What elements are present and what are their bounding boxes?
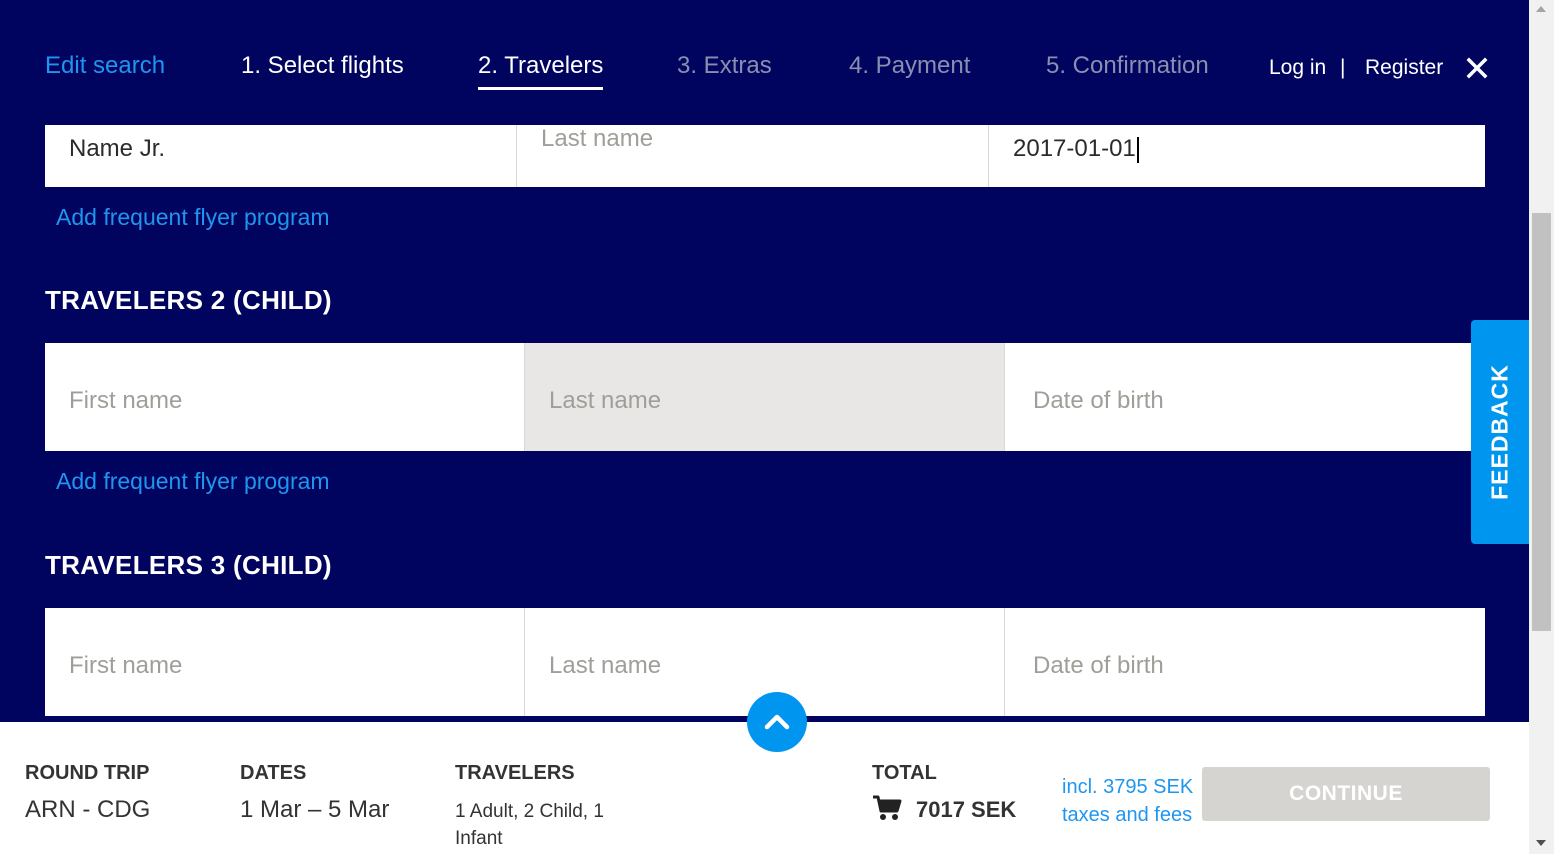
scroll-down-arrow-icon[interactable] xyxy=(1536,840,1546,846)
traveler3-title: TRAVELERS 3 (CHILD) xyxy=(45,550,332,580)
dates-label: DATES xyxy=(240,762,307,784)
trip-type-label: ROUND TRIP xyxy=(25,762,150,784)
cart-icon xyxy=(873,795,902,820)
traveler1-dob-field[interactable]: 2017-01-01 xyxy=(989,125,1485,187)
travelers-value: 1 Adult, 2 Child, 1 Infant xyxy=(455,801,604,849)
total-amount: 7017 SEK xyxy=(916,797,1017,822)
traveler1-dob-value: 2017-01-01 xyxy=(1013,135,1139,163)
traveler1-row: Name Jr. Last name 2017-01-01 xyxy=(45,125,1485,187)
traveler1-first-name-field[interactable]: Name Jr. xyxy=(45,125,517,187)
dates-value: 1 Mar – 5 Mar xyxy=(240,796,390,823)
travelers-label: TRAVELERS xyxy=(455,762,575,784)
traveler2-add-ff-link[interactable]: Add frequent flyer program xyxy=(56,468,330,495)
traveler1-last-name-field[interactable]: Last name xyxy=(517,125,989,187)
continue-button[interactable]: CONTINUE xyxy=(1202,767,1490,821)
register-link[interactable]: Register xyxy=(1365,56,1443,80)
route-value: ARN - CDG xyxy=(25,796,151,823)
traveler3-last-name-placeholder: Last name xyxy=(549,652,662,679)
step-confirmation: 5. Confirmation xyxy=(1046,52,1209,79)
taxes-link[interactable]: incl. 3795 SEK taxes and fees xyxy=(1062,773,1193,829)
text-cursor xyxy=(1136,136,1139,163)
booking-page: Edit search 1. Select flights 2. Travele… xyxy=(0,0,1529,854)
scrollbar-thumb[interactable] xyxy=(1532,213,1551,631)
traveler2-last-name-placeholder: Last name xyxy=(549,387,662,414)
traveler1-last-name-placeholder: Last name xyxy=(541,125,654,152)
traveler3-dob-field[interactable]: Date of birth xyxy=(1005,608,1485,716)
traveler2-dob-field[interactable]: Date of birth xyxy=(1005,343,1485,451)
traveler2-last-name-field[interactable]: Last name xyxy=(525,343,1005,451)
step-travelers: 2. Travelers xyxy=(478,52,604,90)
step-payment: 4. Payment xyxy=(849,52,971,79)
traveler2-title: TRAVELERS 2 (CHILD) xyxy=(45,285,332,315)
traveler3-first-name-placeholder: First name xyxy=(69,652,183,679)
chevron-up-icon xyxy=(764,714,790,730)
traveler3-dob-placeholder: Date of birth xyxy=(1033,652,1164,679)
traveler3-first-name-field[interactable]: First name xyxy=(45,608,525,716)
traveler2-first-name-field[interactable]: First name xyxy=(45,343,525,451)
login-link[interactable]: Log in xyxy=(1269,56,1326,80)
traveler2-row: First name Last name Date of birth xyxy=(45,343,1485,451)
traveler2-dob-placeholder: Date of birth xyxy=(1033,387,1164,414)
vertical-scrollbar[interactable] xyxy=(1529,0,1554,854)
taxes-line1: incl. 3795 SEK xyxy=(1062,776,1194,798)
feedback-tab[interactable]: FEEDBACK xyxy=(1471,320,1529,544)
step-extras: 3. Extras xyxy=(677,52,772,79)
traveler1-first-name-value: Name Jr. xyxy=(69,135,166,162)
edit-search-link[interactable]: Edit search xyxy=(45,52,165,80)
top-nav: Edit search 1. Select flights 2. Travele… xyxy=(0,0,1529,125)
taxes-line2: taxes and fees xyxy=(1062,804,1193,826)
step-select-flights[interactable]: 1. Select flights xyxy=(241,52,404,80)
expand-summary-button[interactable] xyxy=(747,692,807,752)
total-label: TOTAL xyxy=(872,762,937,784)
feedback-label: FEEDBACK xyxy=(1486,364,1513,500)
nav-separator: | xyxy=(1340,56,1346,79)
close-icon[interactable] xyxy=(1465,56,1489,80)
traveler2-first-name-placeholder: First name xyxy=(69,387,183,414)
scroll-up-arrow-icon[interactable] xyxy=(1536,6,1546,12)
traveler1-add-ff-link[interactable]: Add frequent flyer program xyxy=(56,204,330,231)
